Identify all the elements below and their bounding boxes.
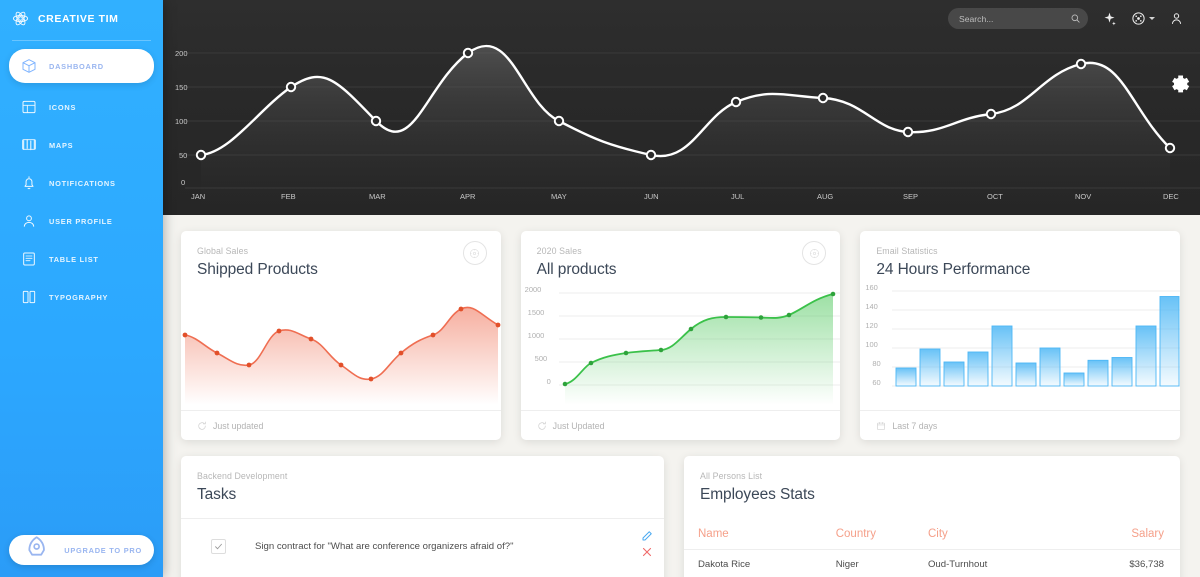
- sidebar-item-typography[interactable]: TYPOGRAPHY: [9, 282, 154, 312]
- email-statistics-chart: [892, 290, 1181, 387]
- hero-line-chart: [185, 44, 1200, 215]
- card-title: Tasks: [197, 486, 237, 503]
- sidebar-item-notifications[interactable]: NOTIFICATIONS: [9, 168, 154, 198]
- upgrade-label: UPGRADE TO PRO: [64, 545, 142, 555]
- card-header: Email Statistics 24 Hours Performance: [860, 231, 1180, 279]
- sidebar-item-label: NOTIFICATIONS: [49, 178, 116, 188]
- card-footer-label: Just Updated: [552, 420, 605, 431]
- sidebar-item-table-list[interactable]: TABLE LIST: [9, 244, 154, 274]
- card-shipped-products: Global Sales Shipped Products Just updat…: [181, 231, 501, 440]
- card-title: Employees Stats: [700, 486, 815, 503]
- dashboard-app: CREATIVE TIM DASHBOARD ICONS MAPS NOTIFI…: [0, 0, 1200, 577]
- sidebar-item-maps[interactable]: MAPS: [9, 130, 154, 160]
- bottom-cards-row: Backend Development Tasks Sign contract: [163, 440, 1200, 577]
- hero-panel: 200 150 100 50 0 JAN FEB MAR APR MAY JUN…: [163, 0, 1200, 215]
- card-footer: Just updated: [181, 410, 501, 440]
- search-box[interactable]: [948, 8, 1088, 29]
- card-category: Email Statistics: [876, 246, 938, 256]
- table-header-row: Name Country City Salary: [684, 518, 1180, 550]
- sidebar-nav: DASHBOARD ICONS MAPS NOTIFICATIONS USER …: [0, 49, 163, 312]
- card-header: All Persons List Employees Stats: [684, 456, 1180, 504]
- card-header: 2020 Sales All products: [521, 231, 841, 279]
- sidebar: CREATIVE TIM DASHBOARD ICONS MAPS NOTIFI…: [0, 0, 163, 577]
- user-icon: [23, 215, 35, 227]
- sidebar-item-label: MAPS: [49, 140, 74, 150]
- cube-icon: [22, 59, 36, 73]
- refresh-icon: [538, 421, 546, 430]
- cell-salary: $36,738: [1129, 559, 1164, 570]
- atom-logo-icon: [12, 11, 29, 26]
- card-category: Global Sales: [197, 246, 249, 256]
- card-footer: Last 7 days: [860, 410, 1181, 440]
- sidebar-item-label: USER PROFILE: [49, 216, 113, 226]
- typography-icon: [22, 290, 36, 304]
- card-email-statistics: Email Statistics 24 Hours Performance 16…: [860, 231, 1181, 440]
- card-title: Shipped Products: [197, 261, 318, 278]
- calendar-icon: [877, 421, 886, 430]
- cell-city: Oud-Turnhout: [927, 559, 988, 570]
- person-icon[interactable]: [1169, 11, 1184, 26]
- gear-icon: [470, 248, 480, 258]
- edit-pencil-icon[interactable]: [641, 530, 653, 542]
- sidebar-item-dashboard[interactable]: DASHBOARD: [9, 49, 154, 83]
- bell-icon: [24, 176, 34, 190]
- task-checkbox[interactable]: [211, 538, 226, 554]
- card-footer-label: Just updated: [213, 420, 264, 431]
- sidebar-item-label: TYPOGRAPHY: [49, 292, 109, 302]
- card-all-products: 2020 Sales All products 2000 1500 1000 5…: [520, 231, 841, 440]
- tasks-table: Sign contract for "What are conference o…: [181, 518, 664, 573]
- gear-icon: [809, 248, 819, 258]
- column-header-salary[interactable]: Salary: [1063, 518, 1180, 550]
- sidebar-item-icons[interactable]: ICONS: [9, 92, 154, 122]
- card-settings-button[interactable]: [462, 241, 487, 265]
- card-header: Backend Development Tasks: [181, 456, 664, 504]
- close-x-icon[interactable]: [641, 546, 653, 558]
- card-employees-stats: All Persons List Employees Stats Name Co…: [684, 456, 1180, 577]
- card-category: All Persons List: [700, 471, 763, 481]
- sidebar-item-label: TABLE LIST: [49, 254, 99, 264]
- stat-cards-row: Global Sales Shipped Products Just updat…: [163, 215, 1200, 440]
- card-title: All products: [536, 261, 617, 278]
- magnifier-icon[interactable]: [1070, 13, 1081, 24]
- card-title: 24 Hours Performance: [876, 261, 1031, 278]
- main-content: 200 150 100 50 0 JAN FEB MAR APR MAY JUN…: [163, 0, 1200, 577]
- all-products-chart: [558, 291, 841, 405]
- table-row[interactable]: Sign contract for "What are conference o…: [181, 518, 664, 573]
- sparkle-icon[interactable]: [1102, 11, 1117, 26]
- map-icon: [22, 139, 36, 151]
- employees-table: Name Country City Salary Dakota Rice Nig…: [684, 518, 1180, 577]
- check-icon: [215, 543, 222, 549]
- top-navbar: [163, 0, 1200, 37]
- icons-grid-icon: [22, 100, 36, 114]
- task-label: Sign contract for "What are conference o…: [241, 518, 630, 573]
- shipped-products-chart: [182, 306, 501, 405]
- list-icon: [23, 252, 35, 266]
- column-header-name[interactable]: Name: [684, 518, 836, 550]
- brand-label: CREATIVE TIM: [38, 12, 119, 25]
- card-footer-label: Last 7 days: [892, 420, 938, 431]
- brand[interactable]: CREATIVE TIM: [0, 0, 163, 37]
- refresh-icon: [198, 421, 206, 430]
- search-input[interactable]: [959, 13, 1070, 24]
- sidebar-divider: [12, 40, 151, 41]
- rocket-icon: [28, 536, 45, 556]
- cell-country: Niger: [835, 559, 859, 570]
- column-header-country[interactable]: Country: [835, 518, 928, 550]
- hero-settings-gear-icon[interactable]: [1167, 72, 1192, 97]
- sidebar-item-label: ICONS: [49, 102, 77, 112]
- column-header-city[interactable]: City: [927, 518, 1064, 550]
- dashboard-globe-icon: [1132, 12, 1145, 25]
- chevron-down-icon: [1149, 17, 1155, 20]
- card-category: Backend Development: [197, 471, 288, 481]
- dashboard-menu[interactable]: [1131, 11, 1155, 26]
- sidebar-item-label: DASHBOARD: [49, 61, 104, 71]
- card-category: 2020 Sales: [536, 246, 582, 256]
- cell-name: Dakota Rice: [698, 559, 751, 570]
- table-row[interactable]: Dakota Rice Niger Oud-Turnhout $36,738: [684, 550, 1180, 577]
- sidebar-item-user-profile[interactable]: USER PROFILE: [9, 206, 154, 236]
- card-footer: Just Updated: [520, 410, 841, 440]
- card-tasks: Backend Development Tasks Sign contract: [181, 456, 664, 577]
- card-header: Global Sales Shipped Products: [181, 231, 501, 279]
- upgrade-to-pro-button[interactable]: UPGRADE TO PRO: [9, 535, 154, 565]
